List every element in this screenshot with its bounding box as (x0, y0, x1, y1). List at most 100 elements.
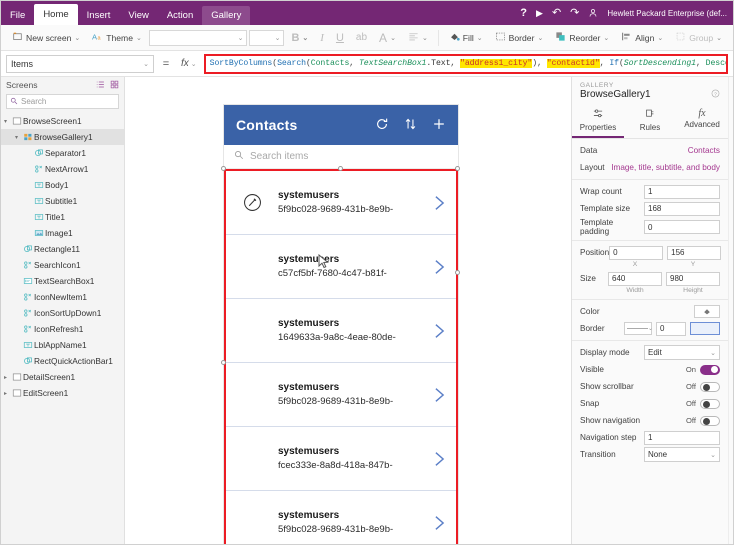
undo-icon[interactable]: ↶ (552, 7, 561, 19)
border-style-select[interactable]: ——— ⌄ (624, 322, 653, 335)
gallery-row[interactable]: systemusers c57cf5bf-7680-4c47-b81f- (226, 235, 456, 299)
chevron-right-icon[interactable] (422, 322, 456, 340)
strikethrough-button[interactable]: ab (351, 27, 372, 48)
tree-twisty-icon[interactable]: ▸ (1, 390, 10, 397)
gallery-row[interactable]: systemusers fcec333e-8a8d-418a-847b- (226, 427, 456, 491)
tree-node-textsearchbox1[interactable]: TextSearchBox1 (1, 273, 124, 289)
property-select[interactable]: Items ⌄ (6, 54, 154, 73)
tab-insert[interactable]: Insert (78, 6, 120, 25)
gallery-row[interactable]: systemusers 5f9bc028-9689-431b-8e9b- (226, 491, 456, 544)
display-mode-select[interactable]: Edit ⌄ (644, 345, 720, 360)
color-swatch-button[interactable] (694, 305, 720, 318)
position-x-input[interactable]: 0 (609, 245, 664, 260)
wrap-count-input[interactable]: 1 (644, 184, 720, 199)
transition-select[interactable]: None ⌄ (644, 447, 720, 462)
refresh-icon[interactable] (375, 117, 389, 133)
tree-node-rectangle11[interactable]: Rectangle11 (1, 241, 124, 257)
tab-advanced[interactable]: fx Advanced (676, 105, 728, 138)
tree-node-iconnewitem1[interactable]: IconNewItem1 (1, 289, 124, 305)
app-preview[interactable]: Contacts Search items systemusers 5f9bc0… (221, 105, 460, 544)
chevron-down-icon[interactable]: ⌄ (143, 60, 149, 68)
resize-handle-n[interactable] (338, 166, 343, 171)
font-color-button[interactable]: A ⌄ (374, 27, 401, 48)
chevron-down-icon[interactable]: ⌄ (275, 34, 281, 42)
redo-icon[interactable]: ↷ (570, 7, 579, 19)
size-height-input[interactable]: 980 (666, 271, 720, 286)
list-view-icon[interactable] (96, 80, 105, 91)
gallery-row[interactable]: systemusers 1649633a-9a8c-4eae-80de- (226, 299, 456, 363)
layout-row[interactable]: Layout Image, title, subtitle, and body (572, 159, 728, 176)
chevron-down-icon[interactable]: ⌄ (710, 451, 716, 459)
tree-twisty-icon[interactable]: ▾ (12, 134, 21, 141)
data-row[interactable]: Data Contacts (572, 142, 728, 159)
chevron-right-icon[interactable] (422, 194, 456, 212)
tab-home[interactable]: Home (34, 4, 78, 25)
show-navigation-toggle[interactable] (700, 415, 720, 426)
chevron-right-icon[interactable] (422, 514, 456, 532)
resize-handle-e[interactable] (455, 270, 460, 275)
tab-gallery[interactable]: Gallery (202, 6, 251, 25)
border-width-input[interactable]: 0 (656, 321, 686, 336)
size-width-input[interactable]: 640 (608, 271, 662, 286)
account-name[interactable]: Hewlett Packard Enterprise (def... (607, 9, 727, 18)
text-align-button[interactable]: ⌄ (403, 27, 433, 48)
tree-node-nextarrow1[interactable]: NextArrow1 (1, 161, 124, 177)
template-padding-input[interactable]: 0 (644, 220, 720, 234)
chevron-down-icon[interactable]: ⌄ (710, 349, 716, 357)
tab-rules[interactable]: Rules (624, 105, 676, 138)
font-family-select[interactable]: ⌄ (148, 29, 248, 46)
navigation-step-input[interactable]: 1 (644, 430, 720, 445)
browse-gallery-selected[interactable]: systemusers 5f9bc028-9689-431b-8e9b-syste… (221, 166, 460, 544)
show-scrollbar-toggle[interactable] (700, 381, 720, 392)
italic-button[interactable]: I (315, 27, 329, 48)
tab-action[interactable]: Action (158, 6, 202, 25)
play-icon[interactable]: ▶ (536, 8, 543, 18)
font-size-select[interactable]: ⌄ (249, 29, 285, 46)
panel-scrollbar[interactable] (728, 77, 733, 544)
thumbnail-view-icon[interactable] (110, 80, 119, 91)
template-size-input[interactable]: 168 (644, 201, 720, 216)
tree-node-iconsortupdown1[interactable]: IconSortUpDown1 (1, 305, 124, 321)
tab-file[interactable]: File (1, 6, 34, 25)
tree-node-separator1[interactable]: Separator1 (1, 145, 124, 161)
tree-node-editscreen1[interactable]: ▸ EditScreen1 (1, 385, 124, 401)
tree-node-subtitle1[interactable]: Subtitle1 (1, 193, 124, 209)
border-color-swatch[interactable] (690, 322, 720, 335)
tree-node-detailscreen1[interactable]: ▸ DetailScreen1 (1, 369, 124, 385)
tree-twisty-icon[interactable]: ▸ (1, 374, 10, 381)
resize-handle-w[interactable] (221, 360, 226, 365)
tree-node-browsegallery1[interactable]: ▾ BrowseGallery1 (1, 129, 124, 145)
tree-node-rectquickactionbar1[interactable]: RectQuickActionBar1 (1, 353, 124, 369)
chevron-right-icon[interactable] (422, 386, 456, 404)
tree-node-image1[interactable]: Image1 (1, 225, 124, 241)
person-icon[interactable] (588, 8, 598, 18)
chevron-down-icon[interactable]: ⌄ (191, 60, 197, 68)
canvas-area[interactable]: Contacts Search items systemusers 5f9bc0… (125, 77, 571, 544)
fx-button[interactable]: fx ⌄ (178, 58, 200, 69)
theme-button[interactable]: Aa Theme ⌄ (87, 27, 147, 48)
reorder-button[interactable]: Reorder ⌄ (550, 27, 614, 48)
tree-node-browsescreen1[interactable]: ▾ BrowseScreen1 (1, 113, 124, 129)
gallery-row[interactable]: systemusers 5f9bc028-9689-431b-8e9b- (226, 171, 456, 235)
tab-properties[interactable]: Properties (572, 105, 624, 138)
tree-node-searchicon1[interactable]: SearchIcon1 (1, 257, 124, 273)
chevron-right-icon[interactable] (422, 258, 456, 276)
underline-button[interactable]: U (331, 27, 349, 48)
fill-button[interactable]: Fill ⌄ (444, 27, 488, 48)
border-button[interactable]: Border ⌄ (490, 27, 549, 48)
chevron-right-icon[interactable] (422, 450, 456, 468)
group-button[interactable]: Group ⌄ (670, 27, 727, 48)
tree-node-iconrefresh1[interactable]: IconRefresh1 (1, 321, 124, 337)
gallery-rows[interactable]: systemusers 5f9bc028-9689-431b-8e9b-syste… (226, 171, 456, 544)
align-button[interactable]: Align ⌄ (616, 27, 668, 48)
tab-view[interactable]: View (119, 6, 157, 25)
sort-icon[interactable] (404, 117, 417, 133)
bold-button[interactable]: B ⌄ (286, 27, 313, 48)
chevron-down-icon[interactable]: ⌄ (238, 34, 244, 42)
tree-search-box[interactable]: Search (6, 94, 119, 109)
formula-input[interactable]: SortByColumns(Search(Contacts, TextSearc… (210, 59, 726, 68)
chevron-down-icon[interactable]: ⌄ (136, 34, 142, 42)
gallery-row[interactable]: systemusers 5f9bc028-9689-431b-8e9b- (226, 363, 456, 427)
layout-value[interactable]: Image, title, subtitle, and body (611, 163, 720, 172)
help-icon[interactable]: ? (520, 7, 527, 19)
